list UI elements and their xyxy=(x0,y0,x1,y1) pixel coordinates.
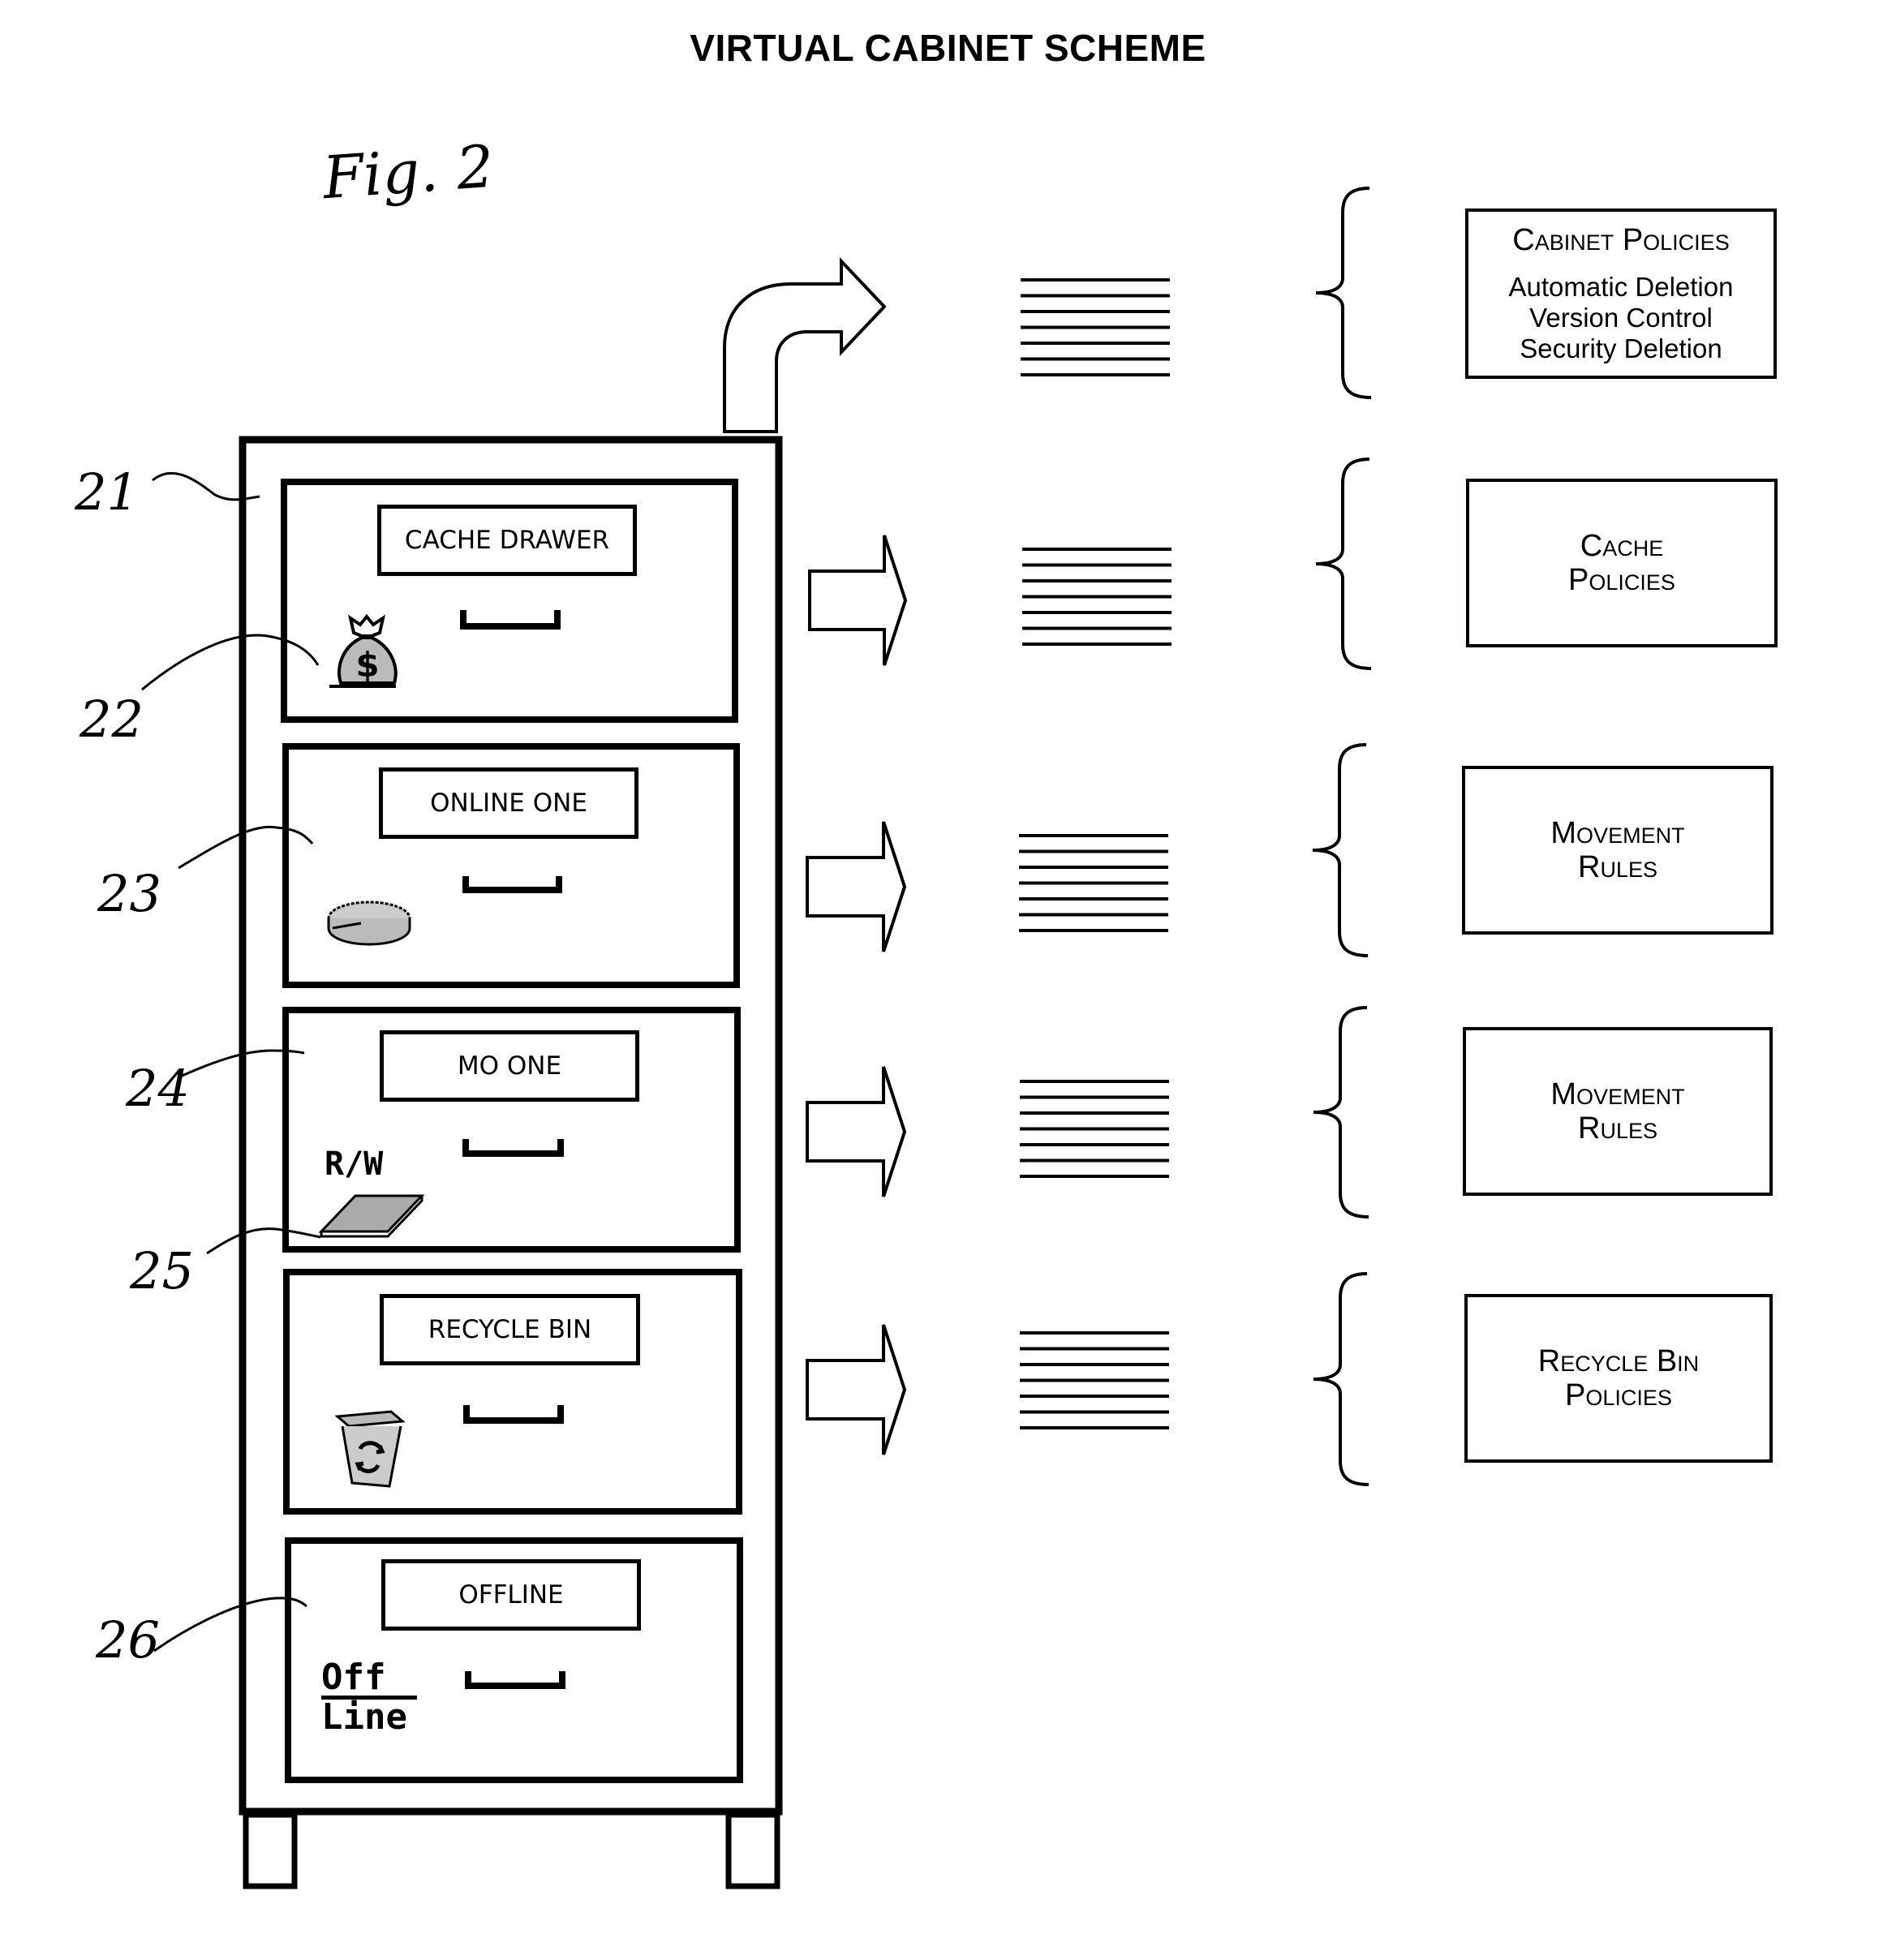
drawer-recycle-bin[interactable]: RECYCLE BIN xyxy=(380,1294,640,1365)
text-lines-placeholder xyxy=(1022,548,1172,646)
cabinet-policies-box[interactable]: Cabinet Policies Automatic Deletion Vers… xyxy=(1465,208,1777,379)
ref-numeral-24: 24 xyxy=(126,1059,190,1118)
drawer-handle xyxy=(460,610,561,630)
policy-title-line2: Policies xyxy=(1565,1378,1672,1412)
recycle-bin-policies-box[interactable]: Recycle Bin Policies xyxy=(1464,1294,1773,1463)
drawer-mo-one[interactable]: MO ONE xyxy=(380,1030,639,1102)
text-lines-placeholder xyxy=(1021,278,1170,376)
ref-numeral-23: 23 xyxy=(97,864,161,923)
drawer-label-text: ONLINE ONE xyxy=(430,789,587,818)
movement-rules-box-1[interactable]: Movement Rules xyxy=(1462,766,1773,935)
offline-icon-bottom: Line xyxy=(321,1696,407,1738)
rw-disk-icon xyxy=(318,1194,425,1238)
drawer-online-one[interactable]: ONLINE ONE xyxy=(379,767,638,839)
policy-item: Version Control xyxy=(1529,303,1713,333)
drawer-label-text: MO ONE xyxy=(457,1051,562,1081)
text-lines-placeholder xyxy=(1020,1080,1169,1178)
money-bag-icon: $ xyxy=(329,613,398,688)
policy-title-line1: Recycle Bin xyxy=(1537,1344,1700,1378)
curved-arrow-icon xyxy=(723,256,887,433)
policy-item: Automatic Deletion xyxy=(1508,272,1734,302)
right-arrow-icon xyxy=(806,1066,907,1197)
policy-title-line1: Movement xyxy=(1550,816,1685,850)
policy-item: Security Deletion xyxy=(1520,333,1722,363)
offline-icon: Off Line xyxy=(321,1660,417,1735)
policy-title-line2: Rules xyxy=(1578,1111,1657,1145)
ref-numeral-21: 21 xyxy=(75,462,139,522)
leader-line-26 xyxy=(153,1597,307,1653)
svg-text:$: $ xyxy=(355,645,379,685)
leader-line-22 xyxy=(141,634,320,691)
policy-title: Cabinet Policies xyxy=(1512,223,1730,257)
right-arrow-icon xyxy=(808,535,908,666)
drawer-offline[interactable]: OFFLINE xyxy=(381,1559,641,1631)
curly-brace xyxy=(1313,1272,1369,1486)
recycle-bin-icon xyxy=(334,1410,406,1488)
drawer-handle xyxy=(463,1405,564,1424)
drawer-handle xyxy=(465,1671,565,1689)
drawer-label-text: RECYCLE BIN xyxy=(428,1315,592,1344)
curly-brace xyxy=(1315,187,1372,399)
policy-title-line1: Movement xyxy=(1550,1077,1685,1111)
disk-drive-icon xyxy=(327,900,411,946)
movement-rules-box-2[interactable]: Movement Rules xyxy=(1463,1027,1773,1196)
curly-brace xyxy=(1315,458,1372,670)
cabinet-leg-left xyxy=(243,1812,298,1889)
text-lines-placeholder xyxy=(1019,834,1168,932)
policy-title-line2: Rules xyxy=(1578,850,1657,884)
ref-numeral-25: 25 xyxy=(130,1241,194,1300)
ref-numeral-26: 26 xyxy=(96,1610,160,1670)
text-lines-placeholder xyxy=(1020,1331,1169,1429)
right-arrow-icon xyxy=(806,821,907,952)
policy-title-line2: Policies xyxy=(1568,563,1675,597)
policy-items: Automatic Deletion Version Control Secur… xyxy=(1509,272,1734,364)
curly-brace xyxy=(1312,743,1369,957)
offline-icon-top: Off xyxy=(321,1660,417,1700)
ref-numeral-22: 22 xyxy=(80,690,144,749)
drawer-label-text: CACHE DRAWER xyxy=(404,526,610,555)
cabinet-leg-right xyxy=(725,1812,780,1889)
drawer-handle xyxy=(462,1139,564,1157)
curly-brace xyxy=(1313,1006,1369,1219)
drawer-cache[interactable]: CACHE DRAWER xyxy=(377,505,637,576)
rw-label: R/W xyxy=(325,1145,384,1183)
drawer-label-text: OFFLINE xyxy=(458,1580,564,1610)
drawer-handle xyxy=(462,876,562,893)
right-arrow-icon xyxy=(806,1324,907,1455)
cache-policies-box[interactable]: Cache Policies xyxy=(1466,479,1778,647)
policy-title-line1: Cache xyxy=(1580,529,1664,563)
